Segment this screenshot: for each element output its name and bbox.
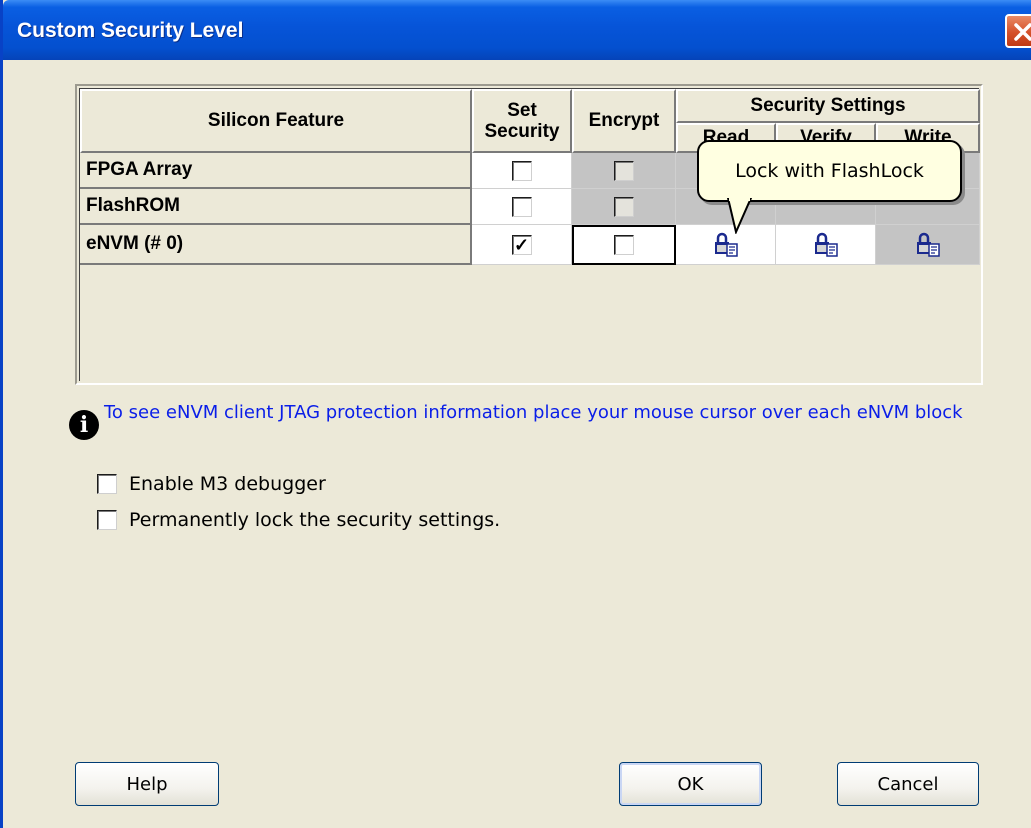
permanently-lock-label[interactable]: Permanently lock the security settings.: [129, 509, 500, 531]
cell-encrypt[interactable]: [572, 225, 676, 265]
enable-m3-debugger-label[interactable]: Enable M3 debugger: [129, 473, 326, 495]
cell-encrypt: [572, 153, 676, 189]
header-silicon-feature[interactable]: Silicon Feature: [80, 89, 472, 153]
row-header-envm: eNVM (# 0): [80, 225, 472, 265]
row-header-flashrom: FlashROM: [80, 189, 472, 225]
flashlock-icon[interactable]: [915, 232, 941, 258]
cell-set-security[interactable]: ✓: [472, 225, 572, 265]
dialog-title: Custom Security Level: [17, 19, 244, 42]
cell-verify-lock[interactable]: [776, 225, 876, 265]
row-label: FlashROM: [86, 195, 180, 216]
header-silicon-feature-label: Silicon Feature: [207, 110, 345, 131]
flashlock-tooltip: Lock with FlashLock: [697, 140, 962, 202]
header-set-security-line1: Set: [507, 100, 537, 121]
set-security-checkbox[interactable]: [511, 196, 532, 217]
set-security-checkbox[interactable]: [511, 160, 532, 181]
cell-set-security[interactable]: [472, 153, 572, 189]
option-permanently-lock[interactable]: Permanently lock the security settings.: [97, 509, 500, 531]
cell-set-security[interactable]: [472, 189, 572, 225]
close-button[interactable]: [1005, 14, 1031, 48]
header-security-settings-label: Security Settings: [750, 95, 906, 116]
info-icon: i: [69, 410, 99, 440]
row-label: FPGA Array: [86, 159, 193, 180]
permanently-lock-checkbox[interactable]: [97, 510, 117, 530]
enable-m3-debugger-checkbox[interactable]: [97, 474, 117, 494]
encrypt-checkbox: [613, 196, 634, 217]
cell-write-lock[interactable]: [876, 225, 980, 265]
flashlock-icon[interactable]: [713, 232, 739, 258]
cell-encrypt: [572, 189, 676, 225]
close-icon: [1014, 23, 1031, 41]
header-set-security-line2: Security: [484, 121, 560, 142]
row-header-fpga-array: FPGA Array: [80, 153, 472, 189]
tooltip-pointer: [727, 198, 753, 234]
header-security-settings[interactable]: Security Settings: [676, 89, 980, 123]
ok-button[interactable]: OK: [619, 762, 762, 806]
info-text: To see eNVM client JTAG protection infor…: [104, 402, 963, 423]
custom-security-level-dialog: Custom Security Level Silicon Feature Se…: [0, 0, 1031, 828]
checkmark-icon: ✓: [513, 234, 530, 255]
row-label: eNVM (# 0): [86, 233, 184, 254]
cell-read-lock[interactable]: [676, 225, 776, 265]
header-encrypt-label: Encrypt: [588, 110, 660, 131]
title-bar[interactable]: Custom Security Level: [3, 0, 1031, 60]
set-security-checkbox[interactable]: ✓: [511, 234, 532, 255]
security-grid: Silicon Feature Set Security Encrypt Sec…: [75, 84, 983, 385]
encrypt-checkbox[interactable]: [614, 235, 634, 255]
option-enable-m3-debugger[interactable]: Enable M3 debugger: [97, 473, 326, 495]
header-set-security[interactable]: Set Security: [472, 89, 572, 153]
encrypt-checkbox: [613, 160, 634, 181]
cancel-button[interactable]: Cancel: [837, 762, 979, 806]
tooltip-text: Lock with FlashLock: [735, 160, 924, 182]
flashlock-icon[interactable]: [813, 232, 839, 258]
header-encrypt[interactable]: Encrypt: [572, 89, 676, 153]
help-button[interactable]: Help: [75, 762, 219, 806]
